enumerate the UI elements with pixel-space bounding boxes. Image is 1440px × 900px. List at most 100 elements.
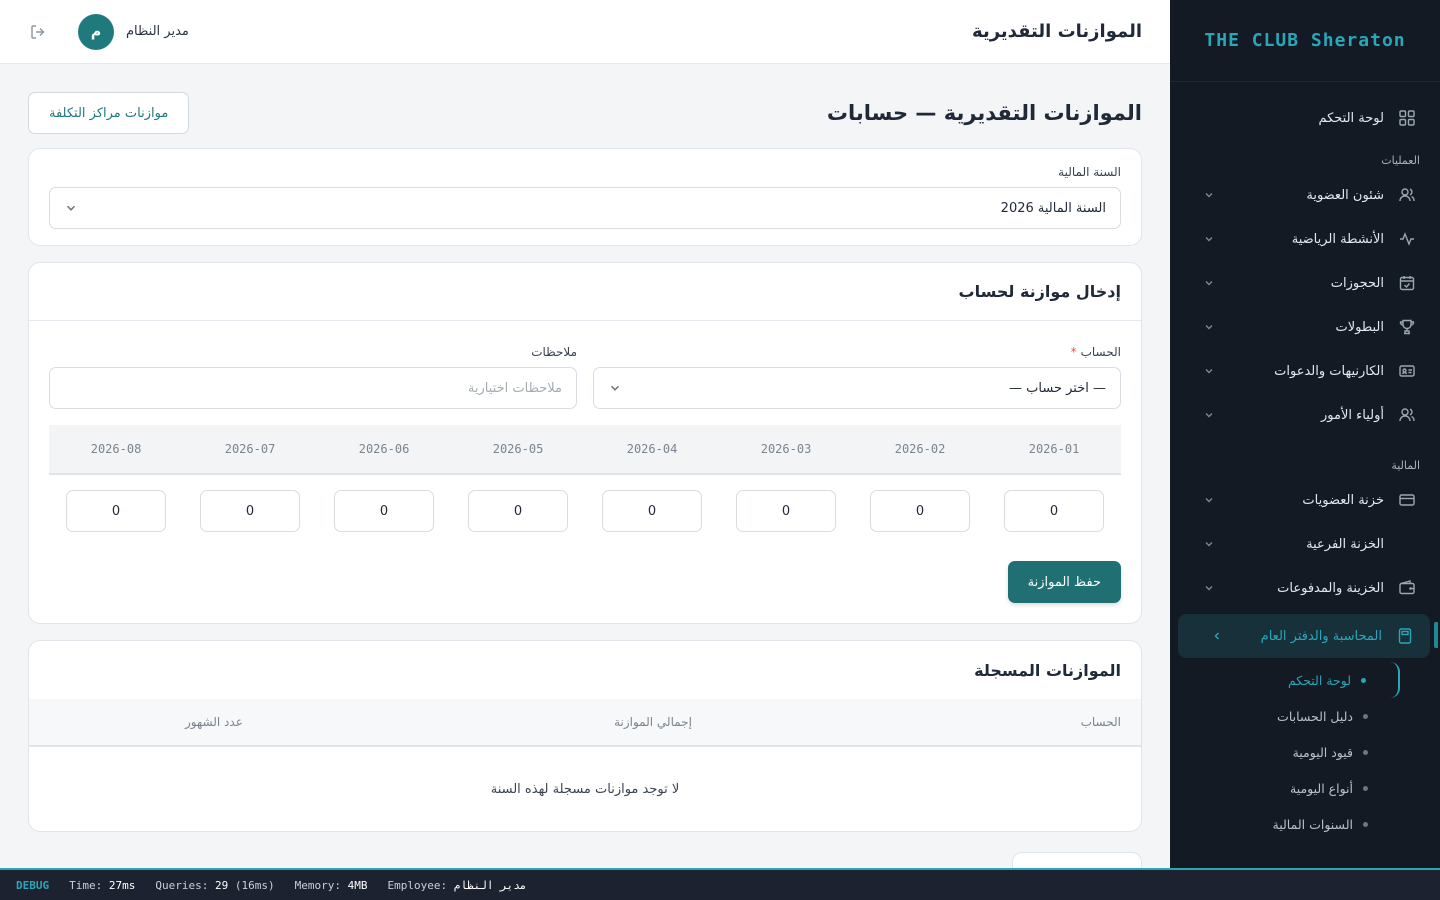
month-header: 2026-01: [1028, 442, 1080, 456]
notes-field-group: ملاحظات: [49, 345, 577, 409]
debug-bar: DEBUG Time: 27ms Queries: 29 (16ms) Memo…: [0, 868, 1440, 900]
sidebar-item-label: لوحة التحكم: [1318, 110, 1384, 126]
budget-entry-body: الحساب * — اختر حساب — ملاحظات 2026-01 2…: [29, 321, 1141, 623]
debug-queries-label: Queries:: [155, 878, 209, 892]
subnav-item-label: السنوات المالية: [1272, 816, 1353, 832]
month-header: 2026-02: [894, 442, 946, 456]
chevron-down-icon: [1202, 232, 1216, 246]
users-icon: [1398, 406, 1416, 424]
page-heading: الموازنات التقديرية — حسابات: [826, 101, 1142, 125]
sidebar-item-bookings[interactable]: الحجوزات: [1170, 261, 1440, 305]
save-budget-button[interactable]: حفظ الموازنة: [1007, 561, 1121, 603]
sidebar-item-treasury-payments[interactable]: الخزينة والمدفوعات: [1170, 566, 1440, 610]
required-mark: *: [1070, 345, 1077, 359]
sidebar-item-label: الحجوزات: [1330, 275, 1384, 291]
chevron-down-icon: [1202, 408, 1216, 422]
table-header: الحساب إجمالي الموازنة عدد الشهور: [29, 699, 1141, 747]
notes-label: ملاحظات: [531, 345, 577, 359]
month-cell: [585, 490, 719, 532]
registered-budgets-title: الموازنات المسجلة: [974, 660, 1121, 680]
month-amount-input[interactable]: [870, 490, 970, 532]
account-select[interactable]: — اختر حساب —: [593, 367, 1121, 409]
month-amount-input[interactable]: [602, 490, 702, 532]
subnav-item-chart-of-accounts[interactable]: دليل الحسابات: [1170, 698, 1400, 734]
debug-time-label: Time:: [69, 878, 103, 892]
card-icon: [1398, 491, 1416, 509]
chevron-down-icon: [1202, 581, 1216, 595]
bullet-dot: [1363, 713, 1368, 719]
column-header-total: إجمالي الموازنة: [614, 715, 692, 729]
sidebar-item-sports[interactable]: الأنشطة الرياضية: [1170, 217, 1440, 261]
chevron-down-icon: [608, 381, 622, 395]
sidebar-item-dashboard[interactable]: لوحة التحكم: [1170, 96, 1440, 140]
topbar: الموازنات التقديرية م مدير النظام: [0, 0, 1170, 64]
sidebar-item-membership[interactable]: شئون العضوية: [1170, 173, 1440, 217]
avatar[interactable]: م: [78, 13, 114, 50]
chevron-down-icon: [1202, 493, 1216, 507]
sidebar-item-label: المحاسبة والدفتر العام: [1260, 628, 1382, 644]
fiscal-year-value: السنة المالية 2026: [1000, 200, 1106, 216]
registered-budgets-card: الموازنات المسجلة الحساب إجمالي الموازنة…: [28, 640, 1142, 832]
month-amount-input[interactable]: [736, 490, 836, 532]
month-cell: [183, 490, 317, 532]
debug-memory-value: 4MB: [347, 878, 368, 892]
budget-entry-card: إدخال موازنة لحساب الحساب * — اختر حساب …: [28, 262, 1142, 624]
nav-section-operations: العمليات: [1381, 154, 1420, 167]
month-header: 2026-07: [224, 442, 276, 456]
sidebar-item-label: أولياء الأمور: [1321, 407, 1384, 423]
chevron-down-icon: [64, 201, 78, 215]
subnav-item-label: قيود اليومية: [1292, 744, 1353, 760]
monthly-budget-grid: 2026-01 2026-02 2026-03 2026-04 2026-05 …: [49, 425, 1121, 547]
debug-memory-label: Memory:: [294, 878, 341, 892]
month-amount-input[interactable]: [1004, 490, 1104, 532]
debug-tag: DEBUG: [16, 878, 50, 892]
chevron-left-icon: [1210, 629, 1224, 643]
debug-time-value: 27ms: [108, 878, 136, 892]
activity-icon: [1398, 230, 1416, 248]
subnav-item-label: لوحة التحكم: [1287, 672, 1351, 688]
sidebar-item-guardians[interactable]: أولياء الأمور: [1170, 393, 1440, 437]
month-amount-input[interactable]: [468, 490, 568, 532]
sidebar-item-tournaments[interactable]: البطولات: [1170, 305, 1440, 349]
fiscal-year-select[interactable]: السنة المالية 2026: [49, 187, 1121, 229]
month-amount-input[interactable]: [66, 490, 166, 532]
account-select-value: — اختر حساب —: [1009, 380, 1106, 396]
bullet-dot: [1361, 677, 1366, 683]
cost-center-budgets-button[interactable]: موازنات مراكز التكلفة: [28, 92, 190, 134]
month-cell: [719, 490, 853, 532]
chevron-down-icon: [1202, 320, 1216, 334]
month-cell: [451, 490, 585, 532]
sidebar-item-label: البطولات: [1335, 319, 1384, 335]
subnav-item-journal-entries[interactable]: قيود اليومية: [1170, 734, 1400, 770]
month-amount-input[interactable]: [334, 490, 434, 532]
notes-input[interactable]: [49, 367, 577, 409]
month-header: 2026-03: [760, 442, 812, 456]
active-indicator: [1434, 622, 1438, 648]
subnav-item-dashboard[interactable]: لوحة التحكم: [1170, 662, 1400, 698]
logout-icon[interactable]: [28, 22, 48, 42]
sidebar-item-membership-treasury[interactable]: خزنة العضويات: [1170, 478, 1440, 522]
sidebar-nav: لوحة التحكم العمليات شئون العضوية الأنشط…: [1170, 82, 1440, 842]
empty-state: لا توجد موازنات مسجلة لهذه السنة: [490, 781, 680, 797]
users-icon: [1398, 186, 1416, 204]
debug-employee: Employee: مدير النظام: [387, 879, 526, 892]
brand-logo: THE CLUB Sheraton: [1170, 0, 1440, 82]
sidebar-item-accounting[interactable]: المحاسبة والدفتر العام: [1178, 614, 1438, 658]
subnav-item-label: أنواع اليومية: [1290, 780, 1353, 796]
subnav-item-journal-types[interactable]: أنواع اليومية: [1170, 770, 1400, 806]
id-card-icon: [1398, 362, 1416, 380]
page-title: الموازنات التقديرية: [972, 21, 1142, 42]
sidebar-item-sub-treasury[interactable]: الخزنة الفرعية: [1170, 522, 1440, 566]
sidebar-item-label: خزنة العضويات: [1302, 492, 1384, 508]
accounting-subnav: لوحة التحكم دليل الحسابات قيود اليومية أ…: [1170, 662, 1400, 842]
month-header: 2026-05: [492, 442, 544, 456]
debug-time: Time: 27ms: [69, 879, 135, 892]
sidebar-item-cards[interactable]: الكارنيهات والدعوات: [1170, 349, 1440, 393]
user-name: مدير النظام: [126, 24, 189, 39]
subnav-item-fiscal-years[interactable]: السنوات المالية: [1170, 806, 1400, 842]
wallet-icon: [1398, 579, 1416, 597]
month-amount-input[interactable]: [200, 490, 300, 532]
sidebar-item-label: الخزنة الفرعية: [1306, 536, 1384, 552]
subnav-item-label: دليل الحسابات: [1277, 708, 1353, 724]
bullet-dot: [1363, 785, 1368, 791]
